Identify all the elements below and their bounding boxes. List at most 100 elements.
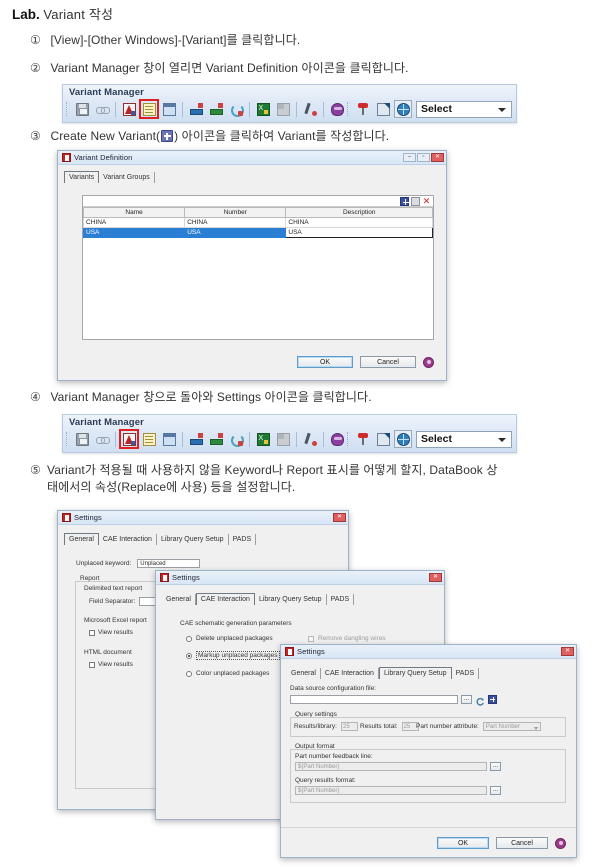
tab-cae-interaction[interactable]: CAE Interaction [99, 534, 157, 545]
variant-manager-panel-1[interactable]: Variant Manager Select [62, 84, 517, 123]
cell-number[interactable]: USA [184, 227, 287, 238]
variant-definition-tabs[interactable]: Variants Variant Groups [58, 171, 446, 183]
variant-definition-icon[interactable] [140, 430, 158, 448]
close-button[interactable]: ✕ [429, 573, 442, 582]
datasource-row[interactable]: ... [290, 694, 497, 706]
variants-table[interactable]: Name Number Description CHINA CHINA CHIN… [82, 207, 433, 238]
cell-name[interactable]: USA [82, 227, 186, 238]
unplaced-keyword-input[interactable]: Unplaced [137, 559, 201, 568]
settings-cae-titlebar[interactable]: Settings ✕ [156, 571, 444, 585]
add-icon[interactable] [400, 196, 409, 206]
query-results-format-row[interactable]: ${Part Number} ... [295, 786, 501, 795]
results-total-row[interactable]: Results total: 25 [360, 722, 419, 731]
assign-up-icon[interactable] [187, 430, 205, 448]
variant-manager-toolbar-2[interactable]: Select [63, 428, 516, 450]
toolbar-grip[interactable] [347, 102, 351, 116]
sync-icon[interactable] [227, 100, 245, 118]
globe-icon[interactable] [394, 430, 412, 448]
variant-settings-icon[interactable] [120, 100, 138, 118]
markup-unplaced-radio[interactable] [186, 652, 192, 659]
part-number-attribute-row[interactable]: Part number attribute: Part Number [416, 722, 541, 731]
tab-pads[interactable]: PADS [452, 668, 480, 679]
variant-definition-titlebar[interactable]: Variant Definition – ▫ ✕ [58, 151, 446, 165]
tab-cae-interaction[interactable]: CAE Interaction [321, 668, 379, 679]
cell-name[interactable]: CHINA [82, 217, 186, 228]
cell-number[interactable]: CHINA [184, 217, 287, 228]
ok-button[interactable]: OK [297, 356, 353, 368]
close-button[interactable]: ✕ [431, 153, 444, 162]
tab-library-query-setup[interactable]: Library Query Setup [255, 594, 327, 605]
minimize-button[interactable]: – [403, 153, 416, 162]
excel-export-icon[interactable] [254, 100, 272, 118]
flag-icon[interactable] [354, 100, 372, 118]
excel-view-results-row[interactable]: View results [89, 629, 133, 636]
tab-general[interactable]: General [287, 668, 321, 679]
variant-window-icon[interactable] [160, 430, 178, 448]
html-view-results-row[interactable]: View results [89, 661, 133, 668]
color-unplaced-row[interactable]: Color unplaced packages [186, 670, 269, 677]
toolbar-grip[interactable] [66, 432, 70, 446]
browse-button[interactable]: ... [461, 694, 472, 704]
table-row[interactable]: CHINA CHINA CHINA [82, 217, 433, 228]
tools-icon[interactable] [301, 430, 319, 448]
query-results-format-input[interactable]: ${Part Number} [295, 786, 487, 795]
tools-icon[interactable] [301, 100, 319, 118]
maximize-button[interactable]: ▫ [417, 153, 430, 162]
cancel-button[interactable]: Cancel [360, 356, 416, 368]
settings-library-tabs[interactable]: General CAE Interaction Library Query Se… [281, 667, 576, 679]
table-row[interactable]: USA USA USA [82, 227, 433, 238]
column-header-number[interactable]: Number [184, 207, 287, 218]
query-results-browse-button[interactable]: ... [490, 786, 501, 795]
help-icon[interactable] [555, 837, 566, 849]
cell-description[interactable]: CHINA [285, 217, 433, 228]
variant-manager-panel-2[interactable]: Variant Manager Select [62, 414, 517, 453]
delete-unplaced-row[interactable]: Delete unplaced packages [186, 635, 273, 642]
eraser-icon[interactable] [328, 430, 346, 448]
flag-icon[interactable] [354, 430, 372, 448]
column-header-name[interactable]: Name [82, 207, 186, 218]
column-header-description[interactable]: Description [285, 207, 433, 218]
copy-icon[interactable] [411, 196, 420, 206]
variant-select-combo-1[interactable]: Select [416, 100, 512, 118]
feedback-browse-button[interactable]: ... [490, 762, 501, 771]
excel-export-icon[interactable] [254, 430, 272, 448]
add-datasource-icon[interactable] [488, 694, 497, 704]
toolbar-grip[interactable] [347, 432, 351, 446]
part-number-attribute-select[interactable]: Part Number [482, 722, 541, 731]
settings-general-titlebar[interactable]: Settings ✕ [58, 511, 348, 525]
save-icon[interactable] [73, 430, 91, 448]
settings-library-titlebar[interactable]: Settings ✕ [281, 645, 576, 659]
variant-manager-toolbar-1[interactable]: Select [63, 98, 516, 120]
color-unplaced-radio[interactable] [186, 670, 192, 677]
globe-icon[interactable] [394, 100, 412, 118]
variant-settings-icon[interactable] [119, 429, 139, 449]
feedback-line-input[interactable]: ${Part Number} [295, 762, 487, 771]
ok-button[interactable]: OK [437, 837, 489, 849]
assign-up-icon[interactable] [187, 100, 205, 118]
delete-icon[interactable]: ✕ [422, 196, 431, 206]
results-per-library-row[interactable]: Results/library: 25 [294, 722, 358, 731]
eraser-icon[interactable] [328, 100, 346, 118]
tab-pads[interactable]: PADS [229, 534, 257, 545]
tab-general[interactable]: General [162, 594, 196, 605]
cell-description[interactable]: USA [285, 227, 433, 238]
delete-unplaced-radio[interactable] [186, 635, 192, 642]
toolbar-grip[interactable] [66, 102, 70, 116]
close-button[interactable]: ✕ [333, 513, 346, 522]
tab-pads[interactable]: PADS [327, 594, 355, 605]
markup-unplaced-row[interactable]: Markup unplaced packages [186, 651, 280, 660]
tab-variant-groups[interactable]: Variant Groups [99, 172, 155, 183]
results-per-library-input[interactable]: 25 [340, 722, 358, 731]
cancel-button[interactable]: Cancel [496, 837, 548, 849]
variant-definition-icon[interactable] [139, 99, 159, 119]
close-button[interactable]: ✕ [561, 647, 574, 656]
tab-library-query-setup[interactable]: Library Query Setup [378, 667, 452, 679]
assign-down-icon[interactable] [207, 430, 225, 448]
tab-variants[interactable]: Variants [64, 171, 100, 183]
settings-dialog-library[interactable]: Settings ✕ General CAE Interaction Libra… [280, 644, 577, 858]
variant-definition-dialog[interactable]: Variant Definition – ▫ ✕ Variants Varian… [57, 150, 447, 381]
feedback-line-row[interactable]: ${Part Number} ... [295, 762, 501, 771]
variants-toolbar[interactable]: ✕ [83, 196, 433, 207]
variant-window-icon[interactable] [160, 100, 178, 118]
datasource-input[interactable] [290, 694, 458, 704]
